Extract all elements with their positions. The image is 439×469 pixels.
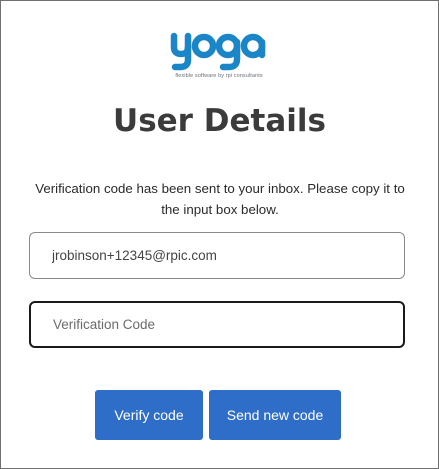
user-details-dialog: flexible software by rpi consultants Use… [0,0,439,469]
verify-code-button[interactable]: Verify code [95,390,203,440]
verification-message: Verification code has been sent to your … [35,181,405,217]
page-title: User Details [113,103,326,139]
send-new-code-button[interactable]: Send new code [209,390,341,440]
logo-tagline: flexible software by rpi consultants [175,73,263,79]
email-field[interactable] [29,232,405,279]
verification-code-input[interactable] [29,301,405,348]
